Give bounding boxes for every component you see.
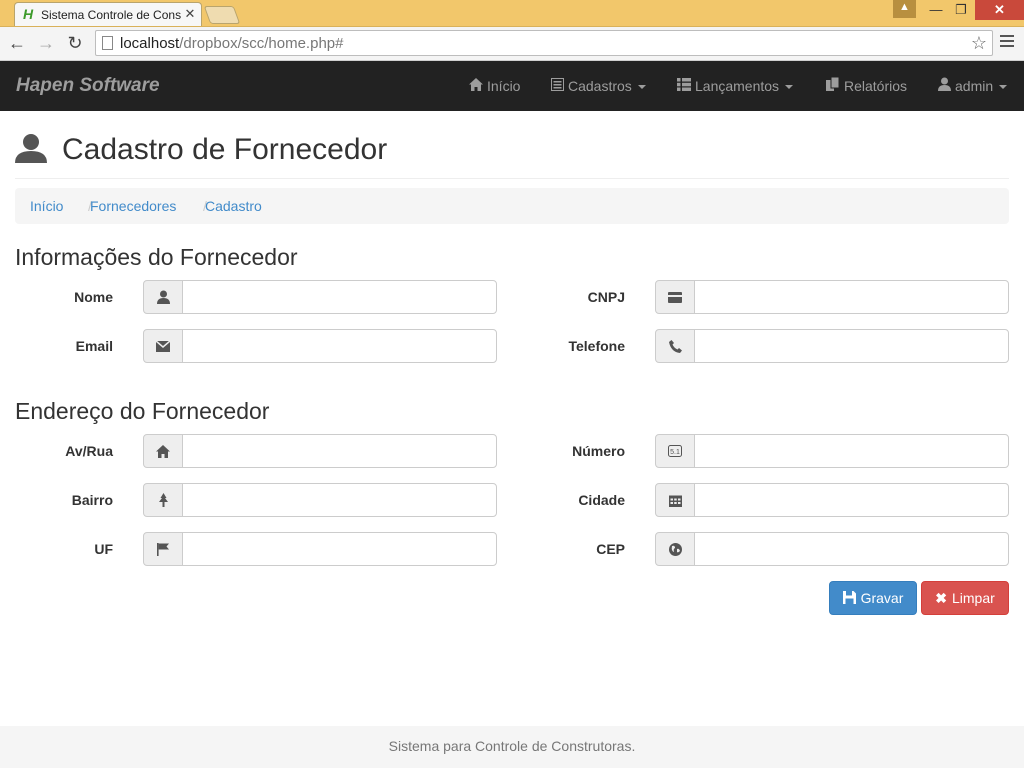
nav-item-cadastros[interactable]: Cadastros xyxy=(551,61,646,111)
browser-toolbar: ← → ↻ localhost/dropbox/scc/home.php# ☆ xyxy=(0,27,1024,61)
input-group-cep xyxy=(655,532,1009,566)
rua-input[interactable] xyxy=(182,434,497,468)
reload-icon[interactable]: ↻ xyxy=(63,31,87,55)
clear-button-label: Limpar xyxy=(951,590,995,606)
email-input[interactable] xyxy=(182,329,497,363)
bairro-input[interactable] xyxy=(182,483,497,517)
user-icon xyxy=(938,62,951,112)
nav-item-label: admin xyxy=(955,78,994,94)
label-uf: UF xyxy=(94,541,113,557)
input-group-email xyxy=(143,329,497,363)
save-button-label: Gravar xyxy=(860,590,904,606)
duplicate-icon xyxy=(826,62,840,112)
address-bar[interactable]: localhost/dropbox/scc/home.php# ☆ xyxy=(95,30,993,56)
label-bairro: Bairro xyxy=(71,492,113,508)
forward-arrow-icon[interactable]: → xyxy=(34,31,58,55)
nav-item-label: Lançamentos xyxy=(695,78,780,94)
breadcrumb-inicio[interactable]: Início xyxy=(30,188,63,224)
nav-item-admin[interactable]: admin xyxy=(938,61,1008,112)
footer: Sistema para Controle de Construtoras. xyxy=(0,726,1024,768)
home-icon xyxy=(143,434,183,468)
browser-titlebar: H Sistema Controle de Cons ✕ ▲ — ❐ ✕ xyxy=(0,0,1024,27)
label-cidade: Cidade xyxy=(578,492,625,508)
globe-icon xyxy=(655,532,695,566)
label-telefone: Telefone xyxy=(568,338,625,354)
calendar-icon xyxy=(655,483,695,517)
minimize-button[interactable]: — xyxy=(925,0,947,20)
close-window-button[interactable]: ✕ xyxy=(975,0,1024,20)
app-navbar: Hapen Software Início Cadastros Lançamen… xyxy=(0,61,1024,111)
input-group-uf xyxy=(143,532,497,566)
envelope-icon xyxy=(143,329,183,363)
nav-item-label: Início xyxy=(487,78,521,94)
tab-close-icon[interactable]: ✕ xyxy=(183,6,197,22)
maximize-button[interactable]: ❐ xyxy=(950,0,972,20)
tree-icon xyxy=(143,483,183,517)
home-icon xyxy=(469,62,483,112)
nome-input[interactable] xyxy=(182,280,497,314)
remove-icon: ✖ xyxy=(935,590,947,606)
nav-item-label: Relatórios xyxy=(844,78,908,94)
section-title-address: Endereço do Fornecedor xyxy=(15,398,270,424)
label-email: Email xyxy=(75,338,113,354)
nav-item-lancamentos[interactable]: Lançamentos xyxy=(677,61,794,112)
page-icon xyxy=(102,36,113,50)
phone-icon xyxy=(655,329,695,363)
floppy-disk-icon xyxy=(842,582,856,614)
cnpj-input[interactable] xyxy=(694,280,1009,314)
sound-5-1-icon: 5.1 xyxy=(655,434,695,468)
caret-down-icon xyxy=(637,85,646,90)
label-cep: CEP xyxy=(596,541,625,557)
label-nome: Nome xyxy=(74,289,113,305)
bookmark-star-icon[interactable]: ☆ xyxy=(971,33,987,53)
input-group-numero: 5.1 xyxy=(655,434,1009,468)
nav-item-label: Cadastros xyxy=(568,78,632,94)
clear-button[interactable]: ✖ Limpar xyxy=(921,581,1009,615)
section-title-info: Informações do Fornecedor xyxy=(15,244,298,270)
tab-title: Sistema Controle de Cons xyxy=(41,8,182,22)
flag-icon xyxy=(143,532,183,566)
breadcrumb-cadastro[interactable]: Cadastro xyxy=(205,188,262,224)
user-icon xyxy=(15,132,47,164)
label-numero: Número xyxy=(572,443,625,459)
profile-icon[interactable]: ▲ xyxy=(893,0,916,18)
caret-down-icon xyxy=(999,85,1008,90)
input-group-bairro xyxy=(143,483,497,517)
brand-logo[interactable]: Hapen Software xyxy=(16,76,160,96)
nav-item-relatorios[interactable]: Relatórios xyxy=(826,61,907,111)
breadcrumb-fornecedores[interactable]: Fornecedores xyxy=(90,188,176,224)
input-group-cnpj xyxy=(655,280,1009,314)
input-group-cidade xyxy=(655,483,1009,517)
label-rua: Av/Rua xyxy=(65,443,113,459)
new-tab-button[interactable] xyxy=(203,6,241,24)
telefone-input[interactable] xyxy=(694,329,1009,363)
tab-favicon-icon: H xyxy=(23,6,34,22)
list-alt-icon xyxy=(551,62,564,112)
page-title: Cadastro de Fornecedor xyxy=(62,133,388,166)
input-group-rua xyxy=(143,434,497,468)
credit-card-icon xyxy=(655,280,695,314)
page-header: Cadastro de Fornecedor xyxy=(15,130,1009,179)
url-text: localhost/dropbox/scc/home.php# xyxy=(120,35,344,52)
input-group-nome xyxy=(143,280,497,314)
label-cnpj: CNPJ xyxy=(587,289,625,305)
cidade-input[interactable] xyxy=(694,483,1009,517)
nav-item-inicio[interactable]: Início xyxy=(469,61,520,111)
cep-input[interactable] xyxy=(694,532,1009,566)
input-group-telefone xyxy=(655,329,1009,363)
footer-text: Sistema para Controle de Construtoras. xyxy=(388,738,636,754)
breadcrumb: Início / Fornecedores / Cadastro xyxy=(15,188,1009,224)
back-arrow-icon[interactable]: ← xyxy=(5,31,29,55)
browser-tab[interactable]: H Sistema Controle de Cons ✕ xyxy=(14,2,202,26)
uf-input[interactable] xyxy=(182,532,497,566)
svg-text:5.1: 5.1 xyxy=(670,449,680,456)
th-list-icon xyxy=(677,62,691,112)
browser-menu-icon[interactable] xyxy=(1000,35,1014,49)
save-button[interactable]: Gravar xyxy=(829,581,917,615)
user-icon xyxy=(143,280,183,314)
numero-input[interactable] xyxy=(694,434,1009,468)
caret-down-icon xyxy=(785,85,794,90)
